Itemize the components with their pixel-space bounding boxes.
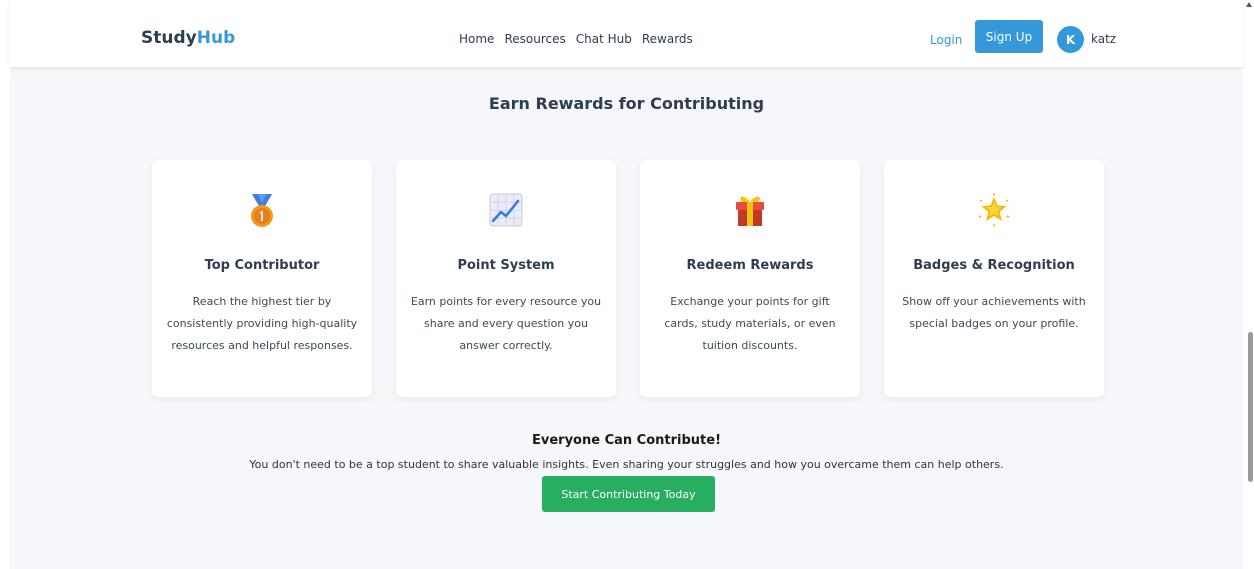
cta-title: Everyone Can Contribute! <box>531 433 721 448</box>
signup-button[interactable]: Sign Up <box>975 20 1043 53</box>
brand-name-hub: Hub <box>196 28 236 48</box>
main-nav: Home Resources Chat Hub Rewards <box>459 31 693 47</box>
card-title: Redeem Rewards <box>686 258 814 273</box>
nav-resources[interactable]: Resources <box>504 31 565 47</box>
nav-chat-hub[interactable]: Chat Hub <box>576 31 632 47</box>
card-title: Top Contributor <box>204 258 320 273</box>
reward-card-top-contributor: Top Contributor Reach the highest tier b… <box>152 160 372 397</box>
reward-card-point-system: Point System Earn points for every resou… <box>396 160 616 397</box>
top-navbar: StudyHub Home Resources Chat Hub Rewards… <box>10 0 1243 67</box>
card-title: Badges & Recognition <box>913 258 1075 273</box>
brand-logo[interactable]: StudyHub <box>141 27 235 49</box>
start-contributing-button[interactable]: Start Contributing Today <box>542 476 715 512</box>
glowing-star-icon <box>884 193 1104 229</box>
scrollbar-track[interactable] <box>1243 0 1254 569</box>
section-title: Earn Rewards for Contributing <box>488 94 765 113</box>
username[interactable]: katz <box>1091 31 1116 47</box>
scrollbar-thumb[interactable] <box>1248 332 1253 482</box>
card-description: Show off your achievements with special … <box>902 295 1086 330</box>
brand-name-study: Study <box>141 28 197 48</box>
nav-home[interactable]: Home <box>459 31 494 47</box>
medal-icon <box>152 193 372 229</box>
reward-card-redeem-rewards: Redeem Rewards Exchange your points for … <box>640 160 860 397</box>
cta-description: You don't need to be a top student to sh… <box>249 458 1004 471</box>
chart-increasing-icon <box>396 193 616 229</box>
card-description: Exchange your points for gift cards, stu… <box>664 295 836 352</box>
login-link[interactable]: Login <box>930 32 962 48</box>
card-title: Point System <box>457 258 555 273</box>
card-description: Earn points for every resource you share… <box>410 295 602 352</box>
scroll-up-icon[interactable] <box>1246 2 1252 7</box>
nav-rewards[interactable]: Rewards <box>642 31 693 47</box>
avatar[interactable]: K <box>1057 26 1084 53</box>
reward-card-badges-recognition: Badges & Recognition Show off your achie… <box>884 160 1104 397</box>
gift-icon <box>640 193 860 229</box>
card-description: Reach the highest tier by consistently p… <box>166 295 358 352</box>
